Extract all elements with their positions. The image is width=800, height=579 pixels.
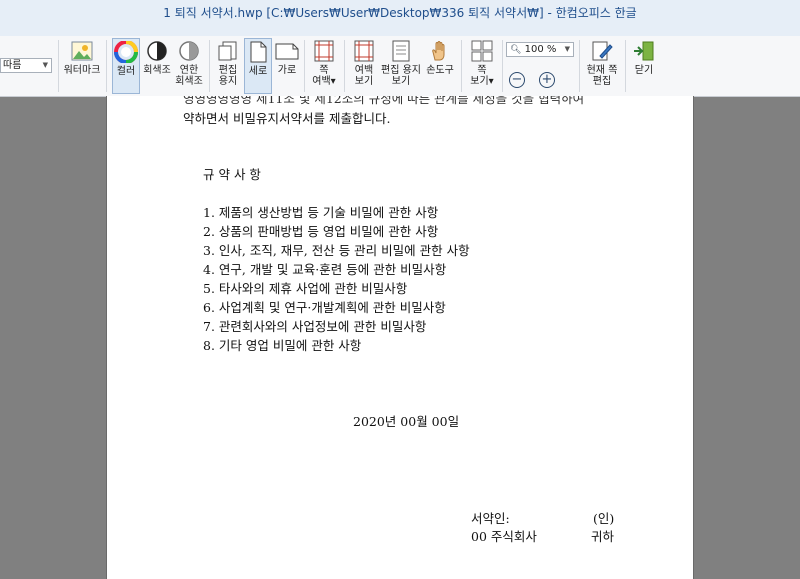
light-grayscale-label-1: 연한 (179, 65, 199, 76)
cut-off-line: 영영영영영영 제11조 및 제12조의 규정에 따른 관계를 제정을 것을 협력… (183, 96, 585, 106)
window-title: 1 퇴직 서약서.hwp [C:₩Users₩User₩Desktop₩336 … (163, 6, 637, 20)
show-edit-paper-button[interactable]: 편집 용지 보기 (381, 38, 421, 94)
list-item: 2. 상품의 판매방법 등 영업 비밀에 관한 사항 (203, 224, 439, 239)
grayscale-button[interactable]: 회색조 (142, 38, 172, 94)
edit-current-label-1: 현재 쪽 (586, 65, 618, 76)
edit-current-page-button[interactable]: 현재 쪽 편집 (583, 38, 621, 94)
ribbon-separator (461, 40, 462, 92)
watermark-button[interactable]: 워터마크 (61, 38, 103, 94)
landscape-button[interactable]: 가로 (274, 38, 300, 94)
ribbon-separator (579, 40, 580, 92)
edit-paper-label-2: 용지 (218, 76, 238, 87)
show-margin-button[interactable]: 여백 보기 (348, 38, 380, 94)
ribbon-separator (58, 40, 59, 92)
date-line: 2020년 00월 00일 (353, 414, 460, 429)
zoom-out-icon: − (511, 72, 523, 87)
portrait-button[interactable]: 세로 (244, 38, 272, 94)
zoom-value: 100 % (524, 44, 557, 55)
seal-mark: (인) (593, 511, 615, 526)
list-item: 5. 타사와의 제휴 사업에 관한 비밀사항 (203, 281, 408, 296)
grayscale-icon (147, 41, 167, 61)
hand-tool-label: 손도구 (426, 65, 454, 76)
portrait-page-icon (250, 41, 267, 63)
show-edit-paper-label-2: 보기 (391, 76, 411, 87)
grayscale-label: 회색조 (143, 65, 171, 76)
zoom-search-icon: 🔍︎ (510, 45, 522, 55)
signer-label: 서약인: (471, 511, 510, 526)
close-label: 닫기 (634, 65, 654, 76)
watermark-icon (71, 41, 93, 61)
page-margin-label-2: 여백▾ (312, 76, 336, 87)
page-margin-icon (314, 40, 334, 62)
intro-line: 약하면서 비밀유지서약서를 제출합니다. (183, 111, 391, 126)
edit-paper-label-1: 편집 (218, 65, 238, 76)
ribbon-separator (344, 40, 345, 92)
mode-select-value: 따름 (3, 60, 22, 71)
ribbon-separator (304, 40, 305, 92)
page-view-label-2: 보기▾ (470, 76, 494, 87)
hand-tool-button[interactable]: 손도구 (423, 38, 457, 94)
multi-page-icon (471, 40, 493, 62)
section-heading: 규 약 사 항 (203, 167, 261, 182)
ribbon-separator (209, 40, 210, 92)
portrait-label: 세로 (248, 66, 268, 77)
show-margin-label-2: 보기 (354, 76, 374, 87)
zoom-in-button[interactable]: + (539, 72, 555, 88)
zoom-out-button[interactable]: − (509, 72, 525, 88)
light-grayscale-label-2: 회색조 (175, 76, 203, 87)
honorific: 귀하 (591, 529, 615, 544)
show-margin-label-1: 여백 (354, 65, 374, 76)
zoom-in-icon: + (541, 72, 553, 87)
list-item: 1. 제품의 생산방법 등 기술 비밀에 관한 사항 (203, 205, 439, 220)
list-item: 4. 연구, 개발 및 교육·훈련 등에 관한 비밀사항 (203, 262, 447, 277)
color-button[interactable]: 컬러 (112, 38, 140, 94)
show-edit-paper-label-1: 편집 용지 (381, 65, 421, 76)
title-bar: 1 퇴직 서약서.hwp [C:₩Users₩User₩Desktop₩336 … (0, 0, 800, 37)
close-button[interactable]: 닫기 (630, 38, 658, 94)
list-item: 8. 기타 영업 비밀에 관한 사항 (203, 338, 362, 353)
exit-door-icon (634, 41, 654, 61)
chevron-down-icon: ▼ (564, 45, 570, 53)
chevron-down-icon: ▼ (42, 61, 48, 69)
page-view-label-1: 쪽 (477, 65, 487, 76)
landscape-label: 가로 (277, 65, 297, 76)
ribbon-separator (106, 40, 107, 92)
ribbon-separator (502, 40, 503, 92)
company-name: 00 주식회사 (471, 529, 537, 544)
zoom-select[interactable]: 🔍︎ 100 % ▼ (506, 42, 574, 57)
list-item: 6. 사업계획 및 연구·개발계획에 관한 비밀사항 (203, 300, 446, 315)
mode-select[interactable]: 따름 ▼ (0, 58, 52, 73)
light-grayscale-icon (179, 41, 199, 61)
margin-view-icon (354, 40, 374, 62)
watermark-label: 워터마크 (63, 65, 101, 76)
color-wheel-icon (114, 41, 138, 63)
ribbon-separator (625, 40, 626, 92)
print-preview-ribbon: 따름 ▼ 워터마크 컬러 회색조 연한 회색조 편집 용지 세로 가로 쪽 여백… (0, 36, 800, 97)
page-margin-label-1: 쪽 (319, 65, 329, 76)
light-grayscale-button[interactable]: 연한 회색조 (174, 38, 204, 94)
edit-paper-icon (218, 41, 237, 61)
edit-paper-view-icon (392, 40, 410, 62)
page-margin-button[interactable]: 쪽 여백▾ (308, 38, 340, 94)
list-item: 7. 관련회사와의 사업정보에 관한 비밀사항 (203, 319, 427, 334)
landscape-page-icon (275, 43, 299, 60)
hand-icon (432, 41, 445, 61)
document-page: 영영영영영영 제11조 및 제12조의 규정에 따른 관계를 제정을 것을 협력… (106, 96, 694, 579)
edit-current-label-2: 편집 (592, 76, 612, 87)
list-item: 3. 인사, 조직, 재무, 전산 등 관리 비밀에 관한 사항 (203, 243, 470, 258)
color-label: 컬러 (116, 66, 136, 77)
edit-page-icon (592, 41, 613, 61)
edit-paper-button[interactable]: 편집 용지 (214, 38, 242, 94)
page-view-button[interactable]: 쪽 보기▾ (465, 38, 499, 94)
